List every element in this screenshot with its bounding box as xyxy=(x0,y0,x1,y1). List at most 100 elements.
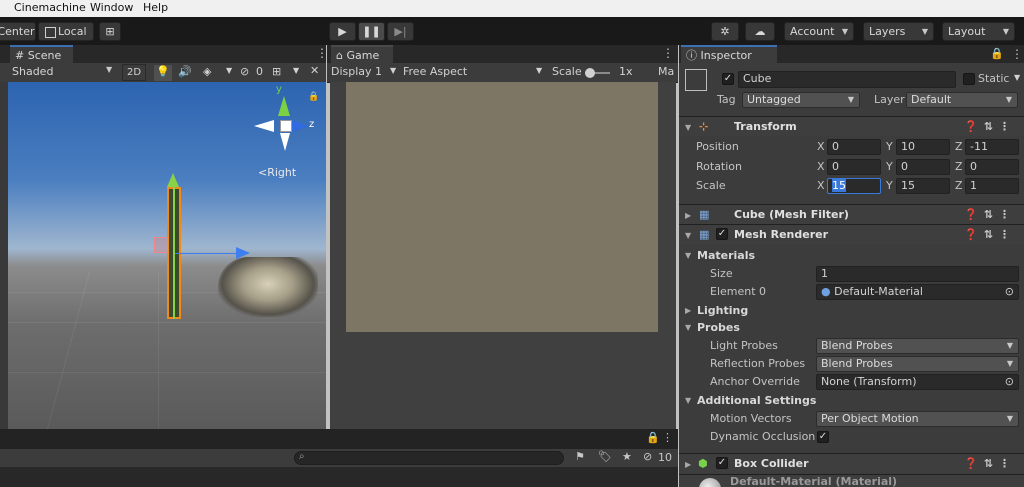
object-name-field[interactable]: Cube xyxy=(738,71,956,88)
lock-icon[interactable]: 🔒 xyxy=(990,47,1004,60)
box-collider-enabled-checkbox[interactable]: ✓ xyxy=(716,457,728,469)
console-toolbar: ⌕ ⚑ 🏷 ★ ⊘ 10 xyxy=(0,449,678,467)
component-header-icons[interactable]: ❓⇅⋮ xyxy=(964,117,1016,136)
foldout-icon[interactable]: ▶ xyxy=(685,206,691,225)
object-picker-icon[interactable]: ⊙ xyxy=(1005,375,1014,389)
gizmo-neg-y-axis[interactable] xyxy=(280,133,290,151)
audio-toggle-icon[interactable]: 🔊 xyxy=(178,65,192,78)
game-controller-icon: ⌂ xyxy=(336,49,343,62)
lighting-foldout[interactable]: ▶ Lighting xyxy=(679,302,1024,320)
rotation-x-field[interactable]: 0 xyxy=(827,159,881,175)
scene-viewport[interactable]: y z 🔒 <Right xyxy=(8,82,326,429)
gizmo-z-axis[interactable] xyxy=(292,120,308,132)
rotation-z-field[interactable]: 0 xyxy=(965,159,1019,175)
hierarchy-filter-icon[interactable]: ⚑ xyxy=(575,450,585,463)
pivot-toggle-button[interactable]: Center xyxy=(0,22,36,41)
component-header-icons[interactable]: ❓⇅⋮ xyxy=(964,454,1016,473)
scale-x-field[interactable]: 15 xyxy=(827,178,881,194)
menu-item-help[interactable]: Help xyxy=(143,1,168,14)
display-dropdown[interactable]: Display 1 xyxy=(331,65,382,78)
tag-dropdown[interactable]: Untagged ▼ xyxy=(742,92,860,108)
layers-dropdown[interactable]: Layers ▼ xyxy=(863,22,934,41)
object-name-value: Cube xyxy=(743,72,772,85)
lock-icon[interactable]: 🔒 xyxy=(646,431,660,444)
foldout-icon[interactable]: ▼ xyxy=(685,226,691,245)
account-dropdown[interactable]: Account ▼ xyxy=(784,22,854,41)
position-y-field[interactable]: 10 xyxy=(896,139,950,155)
effects-toggle-icon[interactable]: ◈ xyxy=(203,65,211,78)
materials-size-field[interactable]: 1 xyxy=(816,266,1019,282)
grid-snap-button[interactable]: ⊞ xyxy=(99,22,121,41)
step-button[interactable]: ▶| xyxy=(387,22,414,41)
panel-menu-icon[interactable]: ⋮ xyxy=(662,47,674,59)
probes-foldout[interactable]: ▼ Probes xyxy=(679,319,1024,337)
mesh-renderer-enabled-checkbox[interactable]: ✓ xyxy=(716,228,728,240)
cloud-button[interactable]: ☁ xyxy=(745,22,775,41)
gizmo-y-axis[interactable] xyxy=(278,96,290,116)
space-toggle-button[interactable]: Local xyxy=(38,22,94,41)
tab-scene[interactable]: # Scene xyxy=(10,45,73,64)
tab-game[interactable]: ⌂ Game xyxy=(331,45,393,64)
dynamic-occlusion-checkbox[interactable]: ✓ xyxy=(817,431,829,443)
scale-slider-thumb[interactable] xyxy=(585,68,595,78)
scale-y-field[interactable]: 15 xyxy=(896,178,950,194)
menu-item-window[interactable]: Window xyxy=(90,1,133,14)
static-checkbox[interactable] xyxy=(963,73,975,85)
grid-toggle-icon[interactable]: ⊞ xyxy=(272,65,281,78)
game-panel-header: ⌂ Game ⋮ xyxy=(327,45,678,64)
panel-menu-icon[interactable]: ⋮ xyxy=(1011,48,1023,60)
element0-object-field[interactable]: ● Default-Material ⊙ xyxy=(816,284,1019,300)
pause-button[interactable]: ❚❚ xyxy=(358,22,385,41)
star-icon[interactable]: ★ xyxy=(622,450,632,463)
tools-icon[interactable]: ✕ xyxy=(310,64,319,77)
layer-dropdown[interactable]: Default ▼ xyxy=(906,92,1018,108)
foldout-icon[interactable]: ▶ xyxy=(685,455,691,474)
additional-settings-foldout[interactable]: ▼ Additional Settings xyxy=(679,392,1024,410)
transform-header[interactable]: ▼ ⊹ Transform ❓⇅⋮ xyxy=(679,116,1024,136)
play-button[interactable]: ▶ xyxy=(329,22,356,41)
mesh-filter-header[interactable]: ▶ ▦ Cube (Mesh Filter) ❓⇅⋮ xyxy=(679,204,1024,224)
aspect-dropdown[interactable]: Free Aspect xyxy=(403,65,467,78)
materials-foldout[interactable]: ▼ Materials xyxy=(679,247,1024,265)
box-collider-header[interactable]: ▶ ⬢ ✓ Box Collider ❓⇅⋮ xyxy=(679,453,1024,473)
active-checkbox[interactable]: ✓ xyxy=(722,73,734,85)
move-handle-y-arrow[interactable] xyxy=(167,173,179,187)
label-filter-icon[interactable]: 🏷 xyxy=(598,450,612,463)
shading-mode-dropdown[interactable]: Shaded xyxy=(12,65,53,78)
position-x-field[interactable]: 0 xyxy=(827,139,881,155)
character-models[interactable] xyxy=(218,257,318,317)
motion-vectors-dropdown[interactable]: Per Object Motion ▼ xyxy=(816,411,1019,427)
rotation-y-field[interactable]: 0 xyxy=(896,159,950,175)
component-header-icons[interactable]: ❓⇅⋮ xyxy=(964,225,1016,244)
position-z-field[interactable]: -11 xyxy=(965,139,1019,155)
motion-vectors-value: Per Object Motion xyxy=(821,412,919,425)
scene-gizmo-center[interactable] xyxy=(280,120,292,132)
menu-item-cinemachine[interactable]: Cinemachine xyxy=(14,1,86,14)
panel-menu-icon[interactable]: ⋮ xyxy=(662,431,673,444)
gizmo-neg-x-axis[interactable] xyxy=(254,120,274,132)
grid-line xyxy=(8,372,326,373)
anchor-override-field[interactable]: None (Transform) ⊙ xyxy=(816,374,1019,390)
light-probes-dropdown[interactable]: Blend Probes ▼ xyxy=(816,338,1019,354)
hidden-objects-icon[interactable]: ⊘ xyxy=(240,65,249,78)
lighting-toggle-icon[interactable]: 💡 xyxy=(154,65,172,81)
scale-z-field[interactable]: 1 xyxy=(965,178,1019,194)
game-render-area[interactable] xyxy=(346,82,658,332)
search-input[interactable]: ⌕ xyxy=(294,451,564,465)
chevron-down-icon[interactable]: ▼ xyxy=(1014,73,1020,82)
tab-inspector[interactable]: ⓘ Inspector xyxy=(681,45,777,64)
reflection-probes-dropdown[interactable]: Blend Probes ▼ xyxy=(816,356,1019,372)
mode-2d-button[interactable]: 2D xyxy=(122,64,146,81)
material-preview-header[interactable]: Default-Material (Material) xyxy=(679,474,1024,487)
lock-icon[interactable]: 🔒 xyxy=(308,92,319,102)
component-header-icons[interactable]: ❓⇅⋮ xyxy=(964,205,1016,224)
move-handle-plane[interactable] xyxy=(154,237,168,253)
layout-dropdown[interactable]: Layout ▼ xyxy=(942,22,1015,41)
maximize-toggle[interactable]: Ma xyxy=(658,65,674,78)
object-picker-icon[interactable]: ⊙ xyxy=(1005,285,1014,299)
hidden-icon[interactable]: ⊘ xyxy=(643,450,652,463)
mesh-renderer-header[interactable]: ▼ ▦ ✓ Mesh Renderer ❓⇅⋮ xyxy=(679,224,1024,244)
foldout-icon[interactable]: ▼ xyxy=(685,118,691,137)
collab-button[interactable]: ✲ xyxy=(711,22,739,41)
move-handle-z-line xyxy=(175,253,237,254)
